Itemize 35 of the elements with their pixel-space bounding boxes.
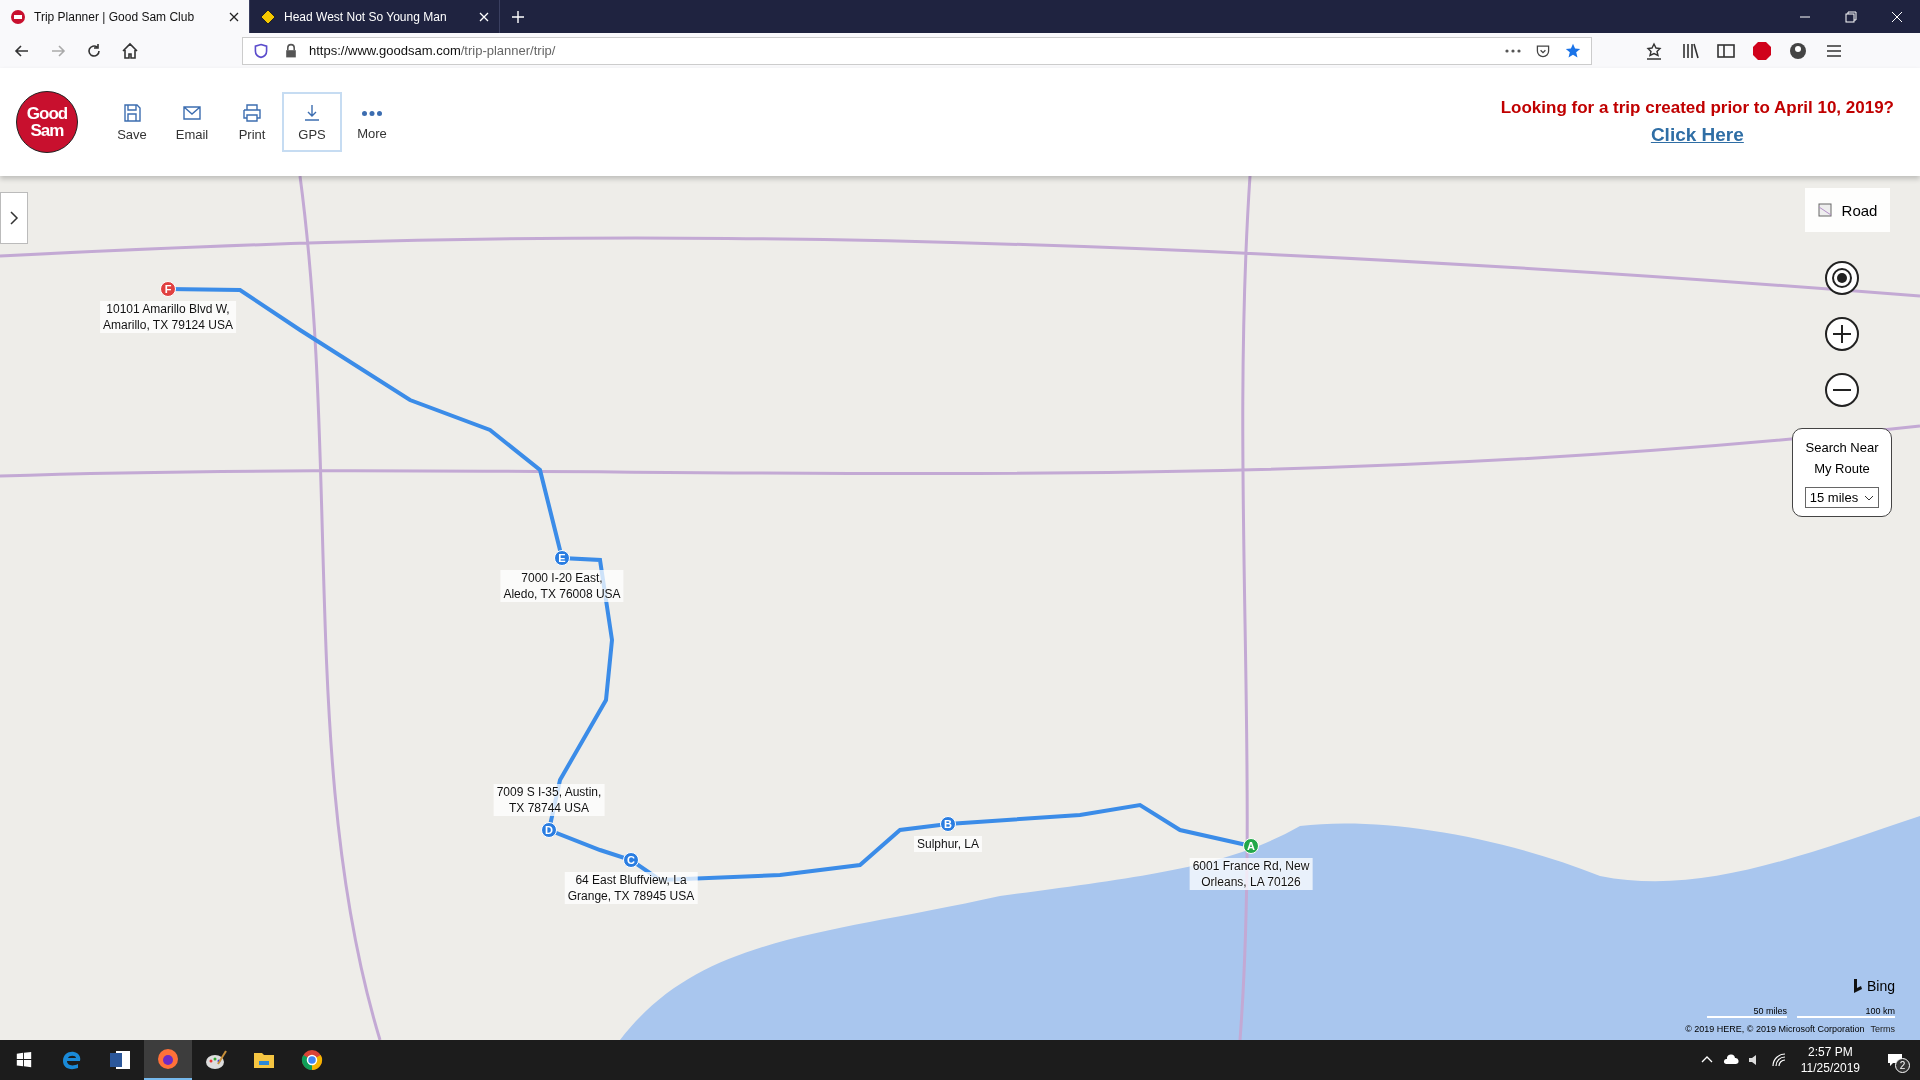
waypoint-address: 7009 S I-35, Austin, TX 78744 USA	[493, 784, 605, 816]
waypoint-marker[interactable]: F	[160, 281, 176, 297]
notification-center-button[interactable]: 2	[1880, 1045, 1910, 1075]
scale-bar: 50 miles	[1707, 1006, 1787, 1018]
toolbar-button[interactable]: More	[342, 92, 402, 152]
browser-tab[interactable]: Trip Planner | Good Sam Club	[0, 0, 250, 33]
good-sam-logo[interactable]: Good Sam	[16, 91, 78, 153]
address-bar[interactable]: https://www.goodsam.com/trip-planner/trip/	[242, 36, 1592, 65]
waypoint-marker[interactable]: E	[554, 550, 570, 566]
click-here-link[interactable]: Click Here	[1650, 124, 1744, 146]
scale-bar: 100 km	[1797, 1006, 1895, 1018]
toolbar-button[interactable]: Print	[222, 92, 282, 152]
waypoint-marker[interactable]: D	[541, 822, 557, 838]
tab-title: Trip Planner | Good Sam Club	[34, 9, 196, 24]
terms-link[interactable]: Terms	[1870, 1024, 1895, 1034]
waypoint-address: 7000 I-20 East, Aledo, TX 76008 USA	[500, 570, 624, 602]
radius-dropdown[interactable]: 15 miles	[1804, 487, 1880, 508]
tab-title: Head West Not So Young Man	[284, 9, 448, 24]
waypoint-address: 10101 Amarillo Blvd W, Amarillo, TX 79124 USA	[100, 301, 236, 333]
copyright-text: © 2019 HERE, © 2019 Microsoft Corporation	[1685, 1024, 1865, 1034]
waypoint-address: Sulphur, LA	[914, 836, 982, 852]
notice-text: Looking for a trip created prior to April 10, 2019?	[1500, 98, 1894, 118]
waypoint-address: 6001 France Rd, New Orleans, LA 70126	[1189, 858, 1313, 890]
notification-count: 2	[1895, 1058, 1910, 1073]
toolbar-button[interactable]: GPS	[282, 92, 342, 152]
toolbar-button[interactable]: Email	[162, 92, 222, 152]
search-near-label: Search Near My Route	[1804, 439, 1880, 478]
waypoint-marker[interactable]: B	[940, 816, 956, 832]
waypoint-address: 64 East Bluffview, La Grange, TX 78945 USA	[564, 872, 698, 904]
bing-logo: Bing	[1852, 978, 1895, 994]
taskbar-clock[interactable]: 2:57 PM 11/25/2019	[1790, 1044, 1870, 1076]
waypoint-marker[interactable]: C	[623, 852, 639, 868]
url-text: https://www.goodsam.com/trip-planner/trip/	[309, 43, 556, 58]
toolbar-button[interactable]: Save	[102, 92, 162, 152]
map-style-button[interactable]: Road	[1805, 188, 1890, 232]
